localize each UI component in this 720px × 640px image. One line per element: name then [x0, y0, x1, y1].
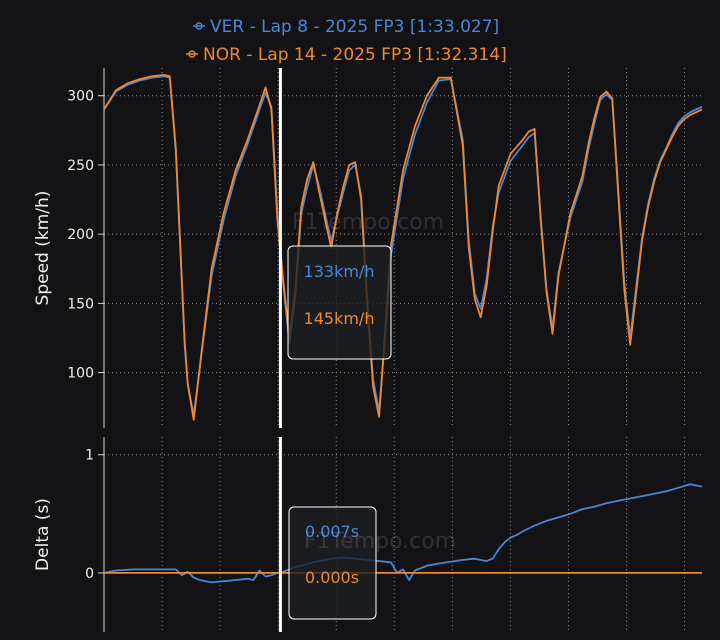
legend-label-ver: VER - Lap 8 - 2025 FP3 [1:33.027]: [210, 17, 499, 37]
watermark-text: F1Tempo.com: [292, 210, 444, 235]
legend[interactable]: VER - Lap 8 - 2025 FP3 [1:33.027] NOR - …: [186, 17, 507, 65]
tooltip-value-nor-speed: 145km/h: [304, 309, 375, 328]
delta-y-tick-label: 0: [85, 566, 94, 582]
tooltip-value-ver-speed: 133km/h: [304, 262, 375, 281]
speed-series-line-nor: [103, 74, 703, 421]
legend-label-nor: NOR - Lap 14 - 2025 FP3 [1:32.314]: [203, 45, 507, 65]
speed-y-tick-label: 200: [67, 227, 94, 243]
tooltip-value-nor-delta: 0.000s: [305, 568, 359, 587]
telemetry-chart: VER - Lap 8 - 2025 FP3 [1:33.027] NOR - …: [33, 17, 703, 632]
speed-tooltip: 133km/h 145km/h: [287, 245, 392, 360]
legend-item-nor[interactable]: NOR - Lap 14 - 2025 FP3 [1:32.314]: [186, 45, 507, 65]
watermark-speed: F1Tempo.com: [292, 210, 444, 235]
delta-tooltip: 0.007s 0.000s: [288, 506, 377, 620]
speed-y-tick-label: 250: [67, 158, 94, 174]
watermark-delta: F1Tempo.com: [304, 529, 456, 554]
legend-item-ver[interactable]: VER - Lap 8 - 2025 FP3 [1:33.027]: [193, 17, 499, 37]
speed-y-tick-label: 300: [67, 89, 94, 105]
speed-y-tick-label: 150: [67, 296, 94, 312]
watermark-text: F1Tempo.com: [304, 529, 456, 554]
speed-y-tick-label: 100: [67, 366, 94, 382]
speed-y-axis-title: Speed (km/h): [33, 191, 53, 306]
delta-y-tick-label: 1: [85, 448, 94, 464]
speed-series-line-ver: [103, 75, 703, 417]
delta-y-axis-title: Delta (s): [33, 498, 53, 571]
